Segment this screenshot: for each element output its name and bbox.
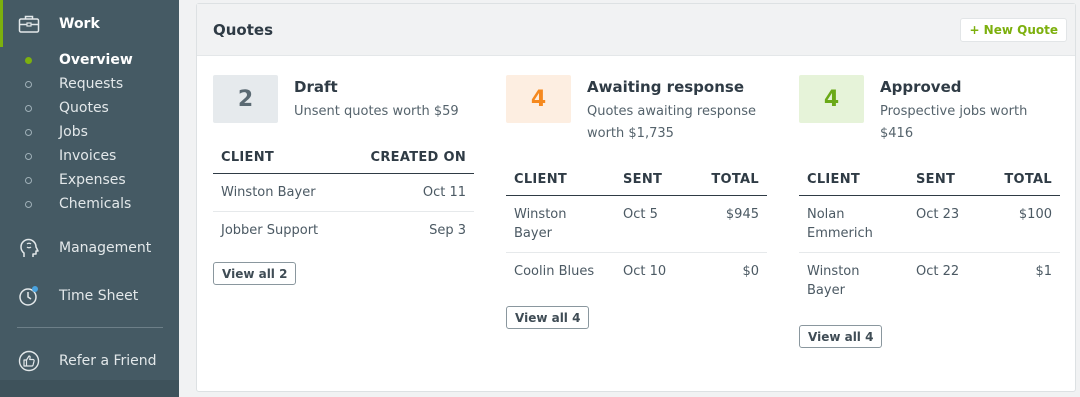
sidebar-item-invoices[interactable]: Invoices bbox=[0, 145, 179, 167]
created-cell: Oct 11 bbox=[344, 173, 474, 212]
dot-icon bbox=[25, 152, 32, 160]
client-cell: Jobber Support bbox=[221, 222, 319, 238]
client-cell: Nolan Emmerich bbox=[799, 195, 908, 253]
nav-work-label: Work bbox=[59, 16, 100, 32]
nav-management[interactable]: Management bbox=[0, 233, 179, 263]
total-cell: $100 bbox=[992, 195, 1060, 253]
draft-description: Unsent quotes worth $59 bbox=[294, 104, 459, 119]
quotes-panel-header: Quotes + New Quote bbox=[197, 4, 1075, 56]
column-header-client: CLIENT bbox=[506, 165, 615, 196]
view-all-approved-button[interactable]: View all 4 bbox=[799, 325, 883, 348]
sidebar-item-jobs[interactable]: Jobs bbox=[0, 121, 179, 143]
nav-management-label: Management bbox=[59, 240, 152, 256]
table-row[interactable]: Coolin Blues Oct 10 $0 bbox=[506, 252, 767, 290]
total-cell: $1 bbox=[1035, 263, 1052, 279]
sidebar-collapse-strip[interactable] bbox=[0, 380, 179, 397]
thumbs-up-icon bbox=[17, 349, 41, 373]
nav-work[interactable]: Work bbox=[0, 9, 179, 39]
client-cell: Coolin Blues bbox=[514, 263, 595, 279]
panel-title: Quotes bbox=[213, 21, 274, 39]
new-quote-button[interactable]: + New Quote bbox=[960, 18, 1067, 42]
table-row[interactable]: Winston Bayer Oct 22 $1 bbox=[799, 252, 1060, 309]
clock-icon bbox=[17, 284, 41, 308]
column-header-total: TOTAL bbox=[992, 165, 1060, 196]
awaiting-title: Awaiting response bbox=[587, 78, 745, 96]
approved-description: Prospective jobs worth $416 bbox=[880, 104, 1028, 141]
approved-count-badge: 4 bbox=[799, 75, 864, 123]
draft-title: Draft bbox=[294, 78, 338, 96]
table-row[interactable]: Jobber Support Sep 3 bbox=[213, 211, 474, 249]
sent-cell: Oct 10 bbox=[623, 263, 667, 279]
awaiting-table: CLIENT SENT TOTAL Winston Bayer Oct 5 $9… bbox=[506, 165, 767, 290]
sidebar: Work Overview Requests Quotes Jobs Invoi… bbox=[0, 0, 179, 397]
sidebar-item-quotes[interactable]: Quotes bbox=[0, 97, 179, 119]
dot-icon bbox=[25, 176, 32, 184]
sidebar-item-expenses[interactable]: Expenses bbox=[0, 169, 179, 191]
table-row[interactable]: Winston Bayer Oct 11 bbox=[213, 173, 474, 212]
approved-title: Approved bbox=[880, 78, 962, 96]
sidebar-item-label: Overview bbox=[59, 52, 133, 68]
client-cell: Winston Bayer bbox=[807, 263, 860, 298]
total-cell: $945 bbox=[699, 195, 767, 253]
table-row[interactable]: Nolan Emmerich Oct 23 $100 bbox=[799, 195, 1060, 253]
sidebar-item-overview[interactable]: Overview bbox=[0, 49, 179, 71]
column-header-created-on: CREATED ON bbox=[344, 143, 474, 174]
draft-table: CLIENT CREATED ON Winston Bayer Oct 11 J… bbox=[213, 143, 474, 249]
sent-cell: Oct 23 bbox=[908, 195, 992, 253]
awaiting-count-badge: 4 bbox=[506, 75, 571, 123]
dot-icon bbox=[25, 200, 32, 208]
approved-table: CLIENT SENT TOTAL Nolan Emmerich Oct 23 … bbox=[799, 165, 1060, 309]
head-icon bbox=[17, 236, 41, 260]
sidebar-item-label: Invoices bbox=[59, 148, 117, 164]
sent-cell: Oct 5 bbox=[615, 195, 699, 253]
sidebar-divider bbox=[17, 327, 163, 328]
dot-icon bbox=[25, 128, 32, 136]
sidebar-item-chemicals[interactable]: Chemicals bbox=[0, 193, 179, 215]
column-header-total: TOTAL bbox=[699, 165, 767, 196]
dot-icon bbox=[25, 80, 32, 88]
toolbox-icon bbox=[17, 12, 41, 36]
column-header-sent: SENT bbox=[908, 165, 992, 196]
awaiting-description: Quotes awaiting response worth $1,735 bbox=[587, 104, 756, 141]
nav-timesheet[interactable]: Time Sheet bbox=[0, 281, 179, 311]
client-cell: Winston Bayer bbox=[213, 173, 345, 212]
sent-cell: Oct 22 bbox=[916, 263, 960, 279]
dot-icon bbox=[25, 104, 32, 112]
sidebar-item-label: Requests bbox=[59, 76, 124, 92]
nav-refer-label: Refer a Friend bbox=[59, 353, 157, 369]
column-header-client: CLIENT bbox=[799, 165, 908, 196]
column-header-sent: SENT bbox=[615, 165, 699, 196]
draft-count-badge: 2 bbox=[213, 75, 278, 123]
client-cell: Winston Bayer bbox=[506, 195, 615, 253]
nav-refer-a-friend[interactable]: Refer a Friend bbox=[0, 346, 179, 376]
sidebar-item-label: Jobs bbox=[59, 124, 88, 140]
total-cell: $0 bbox=[742, 263, 759, 279]
nav-timesheet-label: Time Sheet bbox=[59, 288, 139, 304]
sidebar-item-label: Quotes bbox=[59, 100, 109, 116]
sidebar-item-label: Expenses bbox=[59, 172, 126, 188]
sidebar-item-requests[interactable]: Requests bbox=[0, 73, 179, 95]
active-dot-icon bbox=[25, 56, 32, 64]
created-cell: Sep 3 bbox=[429, 222, 466, 238]
view-all-awaiting-button[interactable]: View all 4 bbox=[506, 306, 590, 329]
view-all-draft-button[interactable]: View all 2 bbox=[213, 262, 297, 285]
sidebar-item-label: Chemicals bbox=[59, 196, 132, 212]
table-row[interactable]: Winston Bayer Oct 5 $945 bbox=[506, 195, 767, 253]
column-header-client: CLIENT bbox=[213, 143, 345, 174]
quotes-panel: Quotes + New Quote 2 Draft Unsent quotes… bbox=[196, 3, 1076, 392]
